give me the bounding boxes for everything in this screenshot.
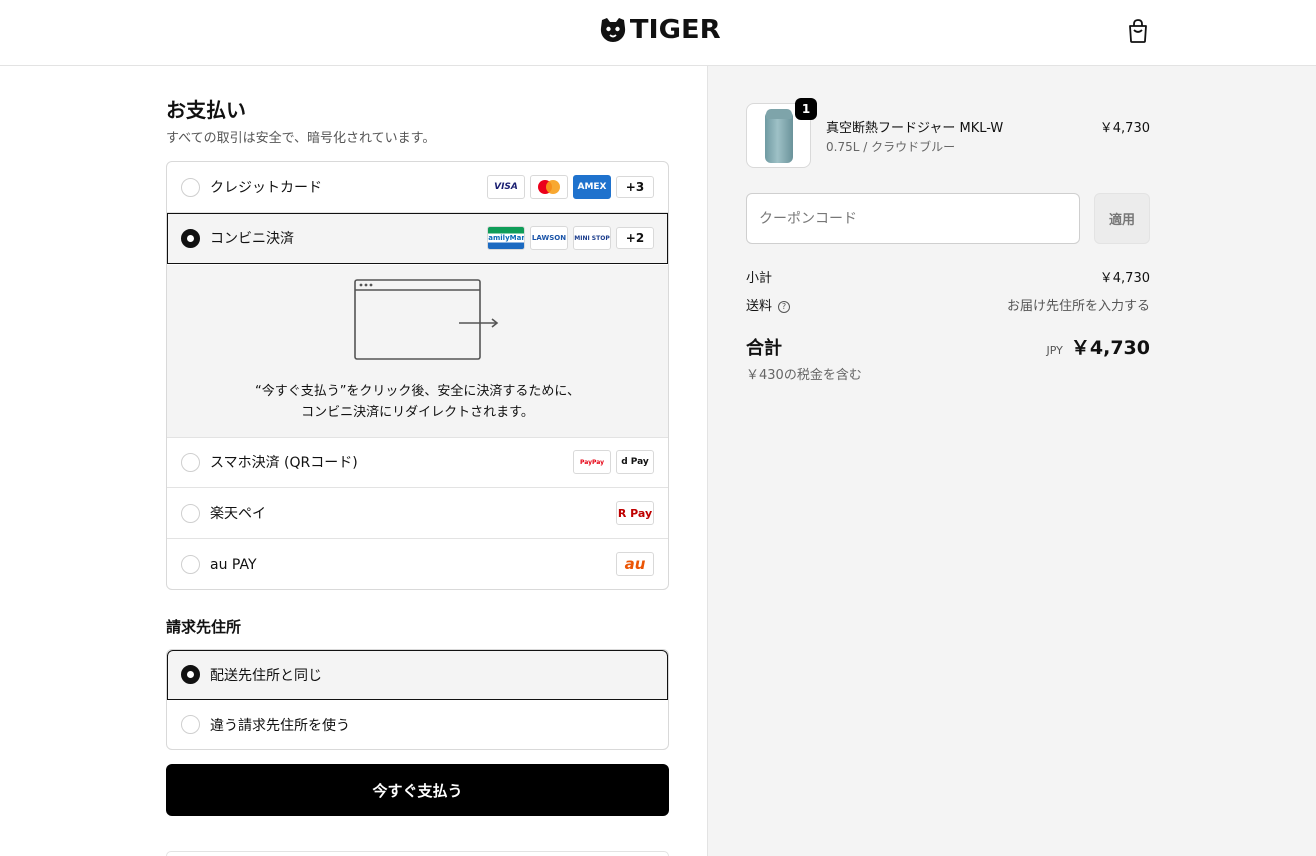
lawson-logo: LAWSON: [530, 226, 568, 250]
shipping-label: 送料: [746, 299, 773, 314]
payment-option-rakuten[interactable]: 楽天ペイ R Pay: [167, 488, 668, 539]
payment-option-au-pay[interactable]: au PAY au: [167, 539, 668, 589]
radio-qr[interactable]: [181, 453, 200, 472]
browser-redirect-icon: [354, 279, 499, 360]
payment-title: お支払い: [166, 98, 246, 122]
payment-subtitle: すべての取引は安全で、暗号化されています。: [166, 131, 436, 146]
rakuten-pay-logo: R Pay: [616, 501, 654, 525]
payment-option-qr[interactable]: スマホ決済 (QRコード) PayPay d Pay: [167, 437, 668, 488]
product-name: 真空断熱フードジャー MKL-W: [826, 121, 1004, 136]
currency-code: JPY: [1046, 344, 1063, 357]
billing-title: 請求先住所: [166, 618, 242, 636]
quantity-badge: 1: [795, 98, 817, 120]
familymart-logo: FamilyMart: [487, 226, 525, 250]
option-label: 違う請求先住所を使う: [210, 718, 350, 734]
au-logo: au: [616, 552, 654, 576]
product-price: ￥4,730: [1099, 121, 1150, 136]
redirect-line-2: コンビニ決済にリダイレクトされます。: [301, 405, 534, 420]
option-label: 配送先住所と同じ: [210, 668, 322, 684]
option-label: 楽天ペイ: [210, 506, 266, 522]
total-value: ￥4,730: [1070, 337, 1150, 359]
shipping-value: お届け先住所を入力する: [1006, 299, 1150, 314]
tax-note: ￥430の税金を含む: [746, 368, 862, 383]
radio-billing-same[interactable]: [181, 665, 200, 684]
tiger-logo[interactable]: TIGER: [598, 14, 721, 46]
total-row: JPY ￥4,730: [900, 333, 1150, 360]
dpay-logo: d Pay: [616, 450, 654, 474]
redirect-info-panel: “今すぐ支払う”をクリック後、安全に決済するために、 コンビニ決済にリダイレクト…: [167, 265, 668, 438]
payment-option-credit-card[interactable]: クレジットカード VISA AMEX +3: [167, 162, 668, 213]
visa-logo: VISA: [487, 175, 525, 199]
apply-coupon-button[interactable]: 適用: [1094, 193, 1150, 244]
radio-billing-different[interactable]: [181, 715, 200, 734]
shopping-bag-icon[interactable]: [1126, 18, 1150, 44]
footer-box: [166, 851, 669, 856]
mastercard-logo: [530, 175, 568, 199]
site-header: TIGER: [0, 0, 1316, 66]
redirect-message: “今すぐ支払う”をクリック後、安全に決済するために、 コンビニ決済にリダイレクト…: [167, 381, 668, 423]
help-icon[interactable]: ?: [778, 300, 791, 313]
more-cards-badge: +3: [616, 176, 654, 198]
order-summary-pane: [707, 66, 1316, 856]
subtotal-label: 小計: [746, 271, 773, 286]
shipping-row: 送料?: [746, 295, 791, 314]
more-stores-badge: +2: [616, 227, 654, 249]
radio-credit-card[interactable]: [181, 178, 200, 197]
billing-option-same[interactable]: 配送先住所と同じ: [167, 650, 668, 700]
total-label: 合計: [746, 338, 782, 359]
billing-options: 配送先住所と同じ 違う請求先住所を使う: [166, 649, 669, 750]
option-label: スマホ決済 (QRコード): [210, 455, 358, 471]
radio-au-pay[interactable]: [181, 555, 200, 574]
food-jar-lid: [766, 109, 792, 119]
payment-option-konbini[interactable]: コンビニ決済 FamilyMart LAWSON MINI STOP +2: [167, 213, 668, 264]
subtotal-value: ￥4,730: [1099, 271, 1150, 286]
amex-logo: AMEX: [573, 175, 611, 199]
paypay-logo: PayPay: [573, 450, 611, 474]
billing-option-different[interactable]: 違う請求先住所を使う: [167, 700, 668, 749]
brand-name: TIGER: [629, 15, 721, 45]
option-label: コンビニ決済: [210, 231, 294, 247]
option-label: au PAY: [210, 556, 257, 573]
radio-konbini[interactable]: [181, 229, 200, 248]
ministop-logo: MINI STOP: [573, 226, 611, 250]
payment-methods: クレジットカード VISA AMEX +3 コンビニ決済 FamilyMart …: [166, 161, 669, 590]
option-label: クレジットカード: [210, 180, 322, 196]
product-variant: 0.75L / クラウドブルー: [826, 140, 956, 154]
radio-rakuten[interactable]: [181, 504, 200, 523]
redirect-line-1: “今すぐ支払う”をクリック後、安全に決済するために、: [254, 384, 581, 399]
coupon-input[interactable]: [746, 193, 1080, 244]
tiger-head-icon: [600, 18, 626, 42]
pay-now-button[interactable]: 今すぐ支払う: [166, 764, 669, 816]
